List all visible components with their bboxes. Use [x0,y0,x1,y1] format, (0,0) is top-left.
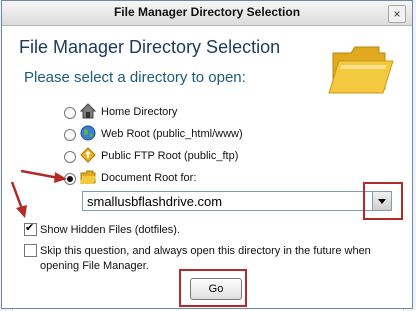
document-root-domain-select[interactable]: smallusbflashdrive.com [82,191,392,211]
dialog-prompt: Please select a directory to open: [24,69,246,86]
radio-public-ftp-root[interactable] [64,151,76,163]
dialog-window-title: File Manager Directory Selection [113,5,301,19]
option-label: Home Directory [101,106,178,118]
dropdown-highlight-box [363,182,403,220]
skip-question-label-line1: Skip this question, and always open this… [40,245,371,257]
option-document-root[interactable]: Document Root for: [64,169,264,189]
ftp-icon [80,147,96,163]
option-label: Public FTP Root (public_ftp) [101,150,239,162]
option-label: Document Root for: [101,172,197,184]
directory-selection-dialog: File Manager Directory Selection × File … [1,0,413,309]
show-hidden-files-checkbox[interactable] [24,221,37,236]
arrow-to-show-hidden [10,181,27,218]
skip-question-label-line2: opening File Manager. [40,260,149,272]
radio-home-directory[interactable] [64,107,76,119]
option-label: Web Root (public_html/www) [101,128,243,140]
home-icon [80,103,96,119]
go-button[interactable]: Go [190,278,242,300]
skip-question-checkbox[interactable] [24,244,37,257]
option-home-directory[interactable]: Home Directory [64,103,264,123]
show-hidden-files-label: Show Hidden Files (dotfiles). [40,224,181,236]
close-button[interactable]: × [388,5,406,23]
dialog-titlebar: File Manager Directory Selection × [2,1,412,26]
option-web-root[interactable]: Web Root (public_html/www) [64,125,304,145]
radio-web-root[interactable] [64,129,76,141]
folder-icon [80,170,96,184]
selected-domain: smallusbflashdrive.com [87,194,223,209]
dialog-heading: File Manager Directory Selection [19,37,281,57]
open-folder-icon [328,46,394,94]
globe-icon [80,125,96,141]
option-public-ftp-root[interactable]: Public FTP Root (public_ftp) [64,147,304,167]
